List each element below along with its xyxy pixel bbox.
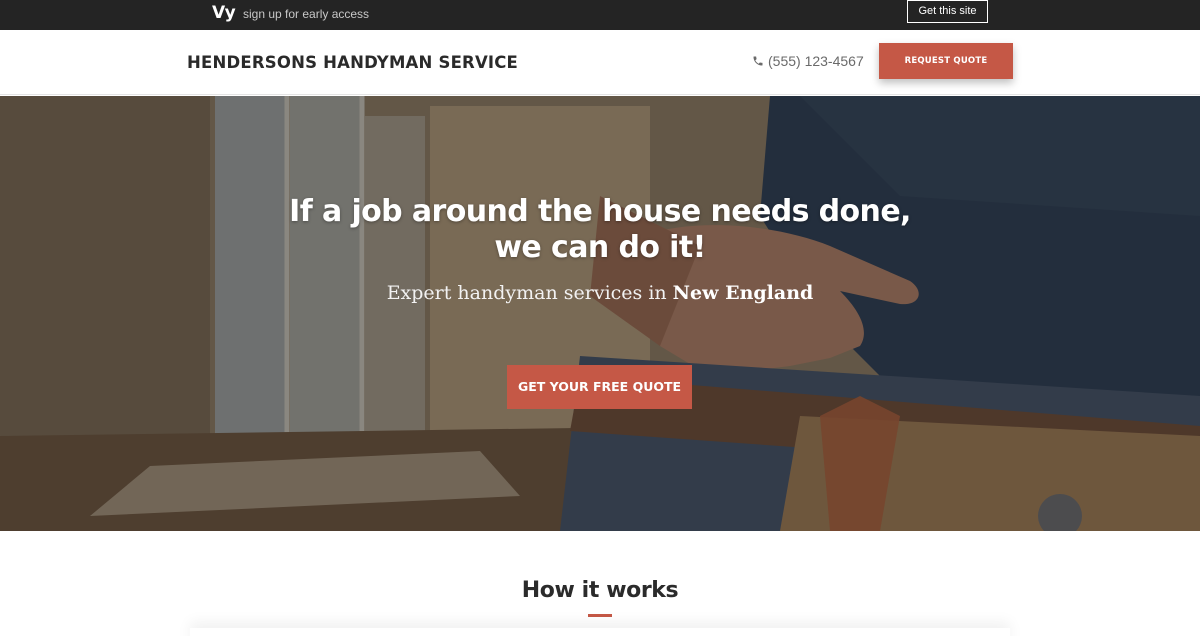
promo-text[interactable]: sign up for early access: [243, 7, 369, 21]
phone-text: (555) 123-4567: [768, 53, 864, 69]
hero-title: If a job around the house needs done, we…: [0, 194, 1200, 266]
how-it-works-heading: How it works: [521, 578, 679, 603]
hero-subtitle-prefix: Expert handyman services in: [386, 282, 673, 304]
content-card-top: [190, 628, 1010, 636]
get-this-site-button[interactable]: Get this site: [907, 0, 988, 23]
hero-subtitle: Expert handyman services in New England: [0, 282, 1200, 304]
heading-underline: [588, 614, 612, 617]
phone-number[interactable]: (555) 123-4567: [752, 53, 864, 69]
hero-title-line-2: we can do it!: [494, 230, 706, 265]
hero-subtitle-region: New England: [672, 282, 814, 304]
vy-logo[interactable]: Vy: [212, 3, 236, 23]
hero-overlay: [0, 96, 1200, 531]
site-brand[interactable]: HENDERSONS HANDYMAN SERVICE: [187, 53, 518, 72]
site-header: HENDERSONS HANDYMAN SERVICE (555) 123-45…: [0, 30, 1200, 95]
hero-section: If a job around the house needs done, we…: [0, 96, 1200, 531]
free-quote-button[interactable]: GET YOUR FREE QUOTE: [507, 365, 692, 409]
phone-icon: [752, 55, 764, 67]
promo-bar: Vy sign up for early access Get this sit…: [0, 0, 1200, 30]
request-quote-button[interactable]: REQUEST QUOTE: [879, 43, 1013, 79]
hero-title-line-1: If a job around the house needs done,: [289, 194, 911, 229]
